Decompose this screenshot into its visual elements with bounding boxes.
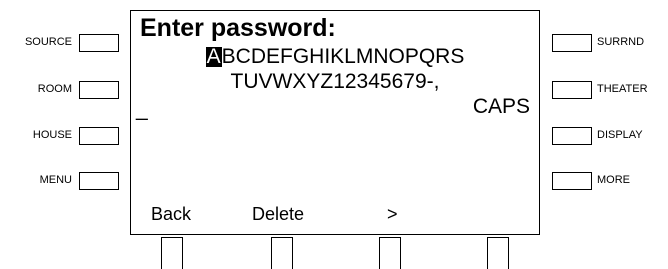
screen-title: Enter password:: [140, 14, 336, 42]
charset-line-1-rest[interactable]: BCDEFGHIKLMNOPQRS: [222, 45, 465, 68]
theater-label: THEATER: [597, 83, 648, 95]
softkey-next-label: >: [387, 204, 398, 224]
softkey-delete-button[interactable]: [271, 237, 293, 269]
caps-indicator: CAPS: [472, 95, 530, 118]
surrnd-label: SURRND: [597, 36, 645, 48]
room-label: ROOM: [37, 83, 72, 95]
more-label: MORE: [597, 174, 630, 186]
softkey-back-label: Back: [151, 204, 192, 224]
display-label: DISPLAY: [597, 129, 643, 141]
theater-button[interactable]: [552, 81, 592, 99]
softkey-next-button[interactable]: [379, 237, 401, 269]
lcd-screen: Enter password: ABCDEFGHIKLMNOPQRS TUVWX…: [130, 10, 540, 235]
source-button[interactable]: [79, 34, 119, 52]
house-button[interactable]: [79, 127, 119, 145]
selected-char[interactable]: A: [205, 46, 222, 67]
softkey-delete-label: Delete: [252, 204, 305, 224]
menu-label: MENU: [39, 174, 72, 186]
display-button[interactable]: [552, 127, 592, 145]
surrnd-button[interactable]: [552, 34, 592, 52]
password-cursor: _: [136, 98, 148, 121]
source-label: SOURCE: [24, 36, 72, 48]
house-label: HOUSE: [32, 129, 72, 141]
room-button[interactable]: [79, 81, 119, 99]
charset-line-2[interactable]: TUVWXYZ12345679-,: [131, 70, 539, 94]
softkey-back-button[interactable]: [161, 237, 183, 269]
softkey-4-button[interactable]: [487, 237, 509, 269]
menu-button[interactable]: [79, 172, 119, 190]
more-button[interactable]: [552, 172, 592, 190]
charset-line-1: ABCDEFGHIKLMNOPQRS: [131, 45, 539, 69]
